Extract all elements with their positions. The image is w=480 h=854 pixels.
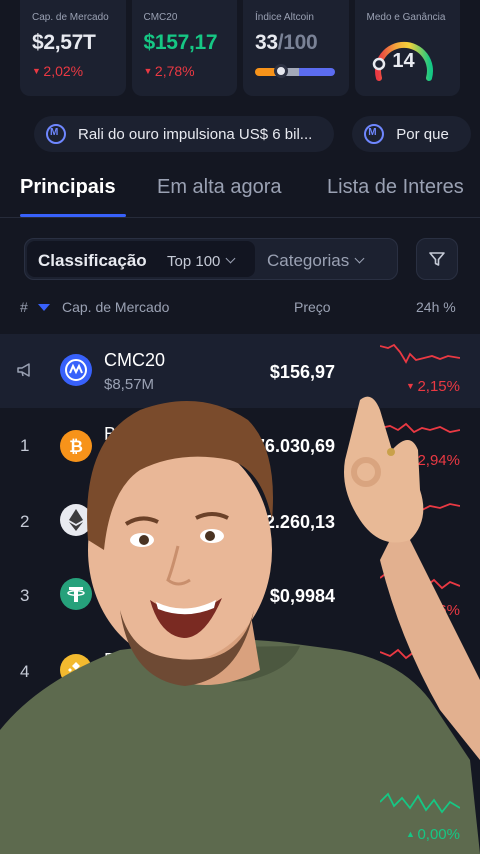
altcoin-index-label: Índice Altcoin — [255, 12, 314, 23]
market-cap-change: 2,02% — [32, 63, 116, 79]
top-dropdown[interactable]: Top 100 — [167, 251, 236, 271]
chevron-down-icon — [225, 253, 236, 264]
cmc20-label: CMC20 — [143, 12, 178, 23]
tab-em-alta[interactable]: Em alta agora — [157, 176, 282, 199]
news-text: Rali do ouro impulsiona US$ 6 bil... — [78, 125, 313, 143]
market-cap-label: Cap. de Mercado — [32, 12, 109, 23]
filter-bar: Classificação Top 100 Categorias — [24, 238, 398, 280]
fear-greed-gauge: 14 — [369, 30, 439, 90]
cmc20-change: 2,78% — [144, 63, 228, 79]
ranking-label[interactable]: Classificação — [38, 251, 147, 271]
sparkline-chart — [380, 792, 460, 814]
market-cap-value: $2,57T — [32, 31, 96, 54]
sort-down-icon[interactable] — [38, 304, 50, 311]
coin-name: CMC20 — [104, 350, 166, 370]
categories-dropdown[interactable]: Categorias — [267, 251, 365, 271]
tab-principais[interactable]: Principais — [20, 176, 116, 199]
fear-greed-label: Medo e Ganância — [366, 12, 446, 23]
market-stats: Cap. de Mercado $2,57T 2,02% CMC20 $157,… — [20, 0, 460, 96]
table-header: # Cap. de Mercado Preço 24h % — [0, 296, 480, 320]
fear-greed-value: 14 — [392, 50, 415, 72]
altcoin-index-card[interactable]: Índice Altcoin 33/100 — [243, 0, 349, 96]
cmc20-card[interactable]: CMC20 $157,17 2,78% — [131, 0, 237, 96]
header-market-cap[interactable]: Cap. de Mercado — [62, 299, 169, 315]
header-24h[interactable]: 24h % — [416, 299, 456, 315]
altcoin-index-value: 33/100 — [255, 31, 318, 54]
tab-watchlist[interactable]: Lista de Interes — [327, 176, 464, 199]
header-price[interactable]: Preço — [294, 299, 331, 315]
active-tab-indicator — [20, 214, 126, 217]
news-text: Por que — [396, 125, 449, 143]
news-item[interactable]: Por que — [352, 116, 471, 152]
megaphone-icon — [17, 363, 30, 377]
market-cap-card[interactable]: Cap. de Mercado $2,57T 2,02% — [20, 0, 126, 96]
fear-greed-card[interactable]: Medo e Ganância 14 — [354, 0, 460, 96]
main-tabs: Principais Em alta agora Lista de Intere… — [0, 166, 480, 218]
cmc-logo-icon — [364, 124, 385, 144]
presenter-photo — [0, 396, 480, 854]
filter-icon — [429, 252, 445, 266]
news-ticker: Rali do ouro impulsiona US$ 6 bil... Por… — [34, 116, 471, 152]
filter-button[interactable] — [416, 238, 458, 280]
coin-change: 0,00% — [406, 826, 460, 843]
chevron-down-icon — [354, 253, 365, 264]
cmc-logo-icon — [46, 124, 66, 144]
altcoin-index-bar — [255, 64, 335, 78]
cmc20-value: $157,17 — [143, 31, 218, 54]
sparkline-chart — [380, 343, 460, 364]
altcoin-index-knob — [274, 64, 289, 78]
news-item[interactable]: Rali do ouro impulsiona US$ 6 bil... — [34, 116, 335, 152]
header-rank[interactable]: # — [20, 299, 28, 315]
